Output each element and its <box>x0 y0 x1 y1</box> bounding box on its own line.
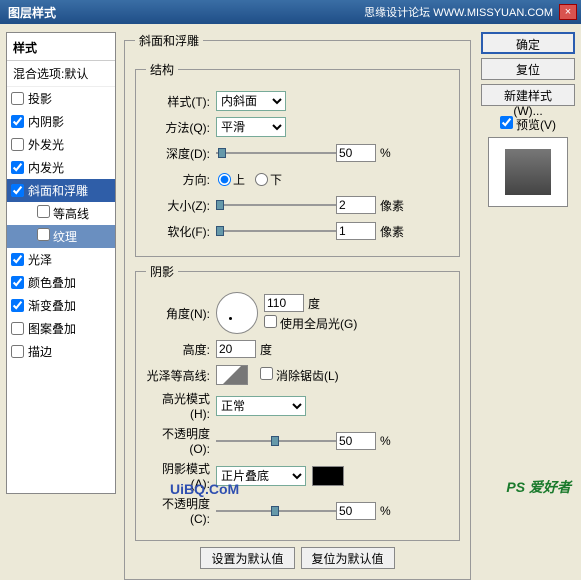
checkbox[interactable] <box>37 205 50 218</box>
gloss-contour-label: 光泽等高线: <box>146 367 216 384</box>
angle-label: 角度(N): <box>146 305 216 322</box>
soften-input[interactable] <box>336 222 376 240</box>
shading-legend: 阴影 <box>146 263 178 280</box>
style-color-overlay[interactable]: 颜色叠加 <box>7 271 115 294</box>
shading-group: 阴影 角度(N): 度 使用全局光(G) 高度: 度 光泽等高线: 消除锯齿(L… <box>135 263 460 541</box>
angle-wheel[interactable] <box>216 292 258 334</box>
content: 样式 混合选项:默认 投影 内阴影 外发光 内发光 斜面和浮雕 等高线 纹理 光… <box>0 24 581 502</box>
checkbox[interactable] <box>11 161 24 174</box>
style-label: 样式(T): <box>146 93 216 110</box>
direction-label: 方向: <box>146 171 216 188</box>
style-satin[interactable]: 光泽 <box>7 248 115 271</box>
make-default-button[interactable]: 设置为默认值 <box>200 547 294 569</box>
watermark-2: UiBQ.CoM <box>170 481 239 497</box>
highlight-opacity-slider[interactable] <box>216 438 336 444</box>
checkbox[interactable] <box>11 184 24 197</box>
preview-section: 预览(V) <box>481 116 575 207</box>
gloss-contour-swatch[interactable] <box>216 365 248 385</box>
altitude-label: 高度: <box>146 341 216 358</box>
method-label: 方法(Q): <box>146 119 216 136</box>
checkbox[interactable] <box>11 276 24 289</box>
style-select[interactable]: 内斜面 <box>216 91 286 111</box>
style-bevel-emboss[interactable]: 斜面和浮雕 <box>7 179 115 202</box>
preview-swatch <box>505 149 551 195</box>
child-contour[interactable]: 等高线 <box>7 202 115 225</box>
bevel-group: 斜面和浮雕 结构 样式(T): 内斜面 方法(Q): 平滑 深度(D): % 方… <box>124 32 471 580</box>
style-inner-shadow[interactable]: 内阴影 <box>7 110 115 133</box>
styles-header: 样式 <box>7 35 115 61</box>
style-gradient-overlay[interactable]: 渐变叠加 <box>7 294 115 317</box>
style-inner-glow[interactable]: 内发光 <box>7 156 115 179</box>
structure-group: 结构 样式(T): 内斜面 方法(Q): 平滑 深度(D): % 方向: 上 下… <box>135 61 460 257</box>
right-panel: 确定 复位 新建样式(W)... 预览(V) <box>479 32 575 494</box>
depth-label: 深度(D): <box>146 145 216 162</box>
styles-list: 样式 混合选项:默认 投影 内阴影 外发光 内发光 斜面和浮雕 等高线 纹理 光… <box>6 32 116 494</box>
size-slider[interactable] <box>216 202 336 208</box>
reset-default-button[interactable]: 复位为默认值 <box>301 547 395 569</box>
shadow-opacity-slider[interactable] <box>216 508 336 514</box>
highlight-mode-select[interactable]: 正常 <box>216 396 306 416</box>
checkbox[interactable] <box>11 299 24 312</box>
style-pattern-overlay[interactable]: 图案叠加 <box>7 317 115 340</box>
blend-options[interactable]: 混合选项:默认 <box>7 61 115 87</box>
soften-slider[interactable] <box>216 228 336 234</box>
checkbox[interactable] <box>11 138 24 151</box>
highlight-opacity-label: 不透明度(O): <box>146 425 216 456</box>
settings-panel: 斜面和浮雕 结构 样式(T): 内斜面 方法(Q): 平滑 深度(D): % 方… <box>116 32 479 494</box>
structure-legend: 结构 <box>146 61 178 78</box>
depth-slider[interactable] <box>216 150 336 156</box>
bevel-legend: 斜面和浮雕 <box>135 32 203 49</box>
checkbox[interactable] <box>11 322 24 335</box>
direction-up-radio[interactable] <box>218 173 231 186</box>
direction-down-radio[interactable] <box>255 173 268 186</box>
titlebar: 图层样式 思缘设计论坛 WWW.MISSYUAN.COM × <box>0 0 581 24</box>
reset-button[interactable]: 复位 <box>481 58 575 80</box>
style-stroke[interactable]: 描边 <box>7 340 115 363</box>
style-outer-glow[interactable]: 外发光 <box>7 133 115 156</box>
depth-input[interactable] <box>336 144 376 162</box>
shadow-color-swatch[interactable] <box>312 466 344 486</box>
highlight-mode-label: 高光模式(H): <box>146 390 216 421</box>
checkbox[interactable] <box>11 92 24 105</box>
size-input[interactable] <box>336 196 376 214</box>
highlight-opacity-input[interactable] <box>336 432 376 450</box>
global-light-checkbox[interactable] <box>264 315 277 328</box>
angle-input[interactable] <box>264 294 304 312</box>
child-texture[interactable]: 纹理 <box>7 225 115 248</box>
checkbox[interactable] <box>11 115 24 128</box>
shadow-opacity-input[interactable] <box>336 502 376 520</box>
ok-button[interactable]: 确定 <box>481 32 575 54</box>
antialias-checkbox[interactable] <box>260 367 273 380</box>
preview-checkbox[interactable] <box>500 116 513 129</box>
style-drop-shadow[interactable]: 投影 <box>7 87 115 110</box>
checkbox[interactable] <box>11 253 24 266</box>
close-icon[interactable]: × <box>559 4 577 20</box>
watermark-1: PS 爱好者 <box>506 477 571 497</box>
altitude-input[interactable] <box>216 340 256 358</box>
method-select[interactable]: 平滑 <box>216 117 286 137</box>
preview-thumbnail <box>488 137 568 207</box>
shadow-opacity-label: 不透明度(C): <box>146 495 216 526</box>
window-title: 图层样式 <box>4 4 364 21</box>
new-style-button[interactable]: 新建样式(W)... <box>481 84 575 106</box>
soften-label: 软化(F): <box>146 223 216 240</box>
checkbox[interactable] <box>37 228 50 241</box>
checkbox[interactable] <box>11 345 24 358</box>
title-extra: 思缘设计论坛 WWW.MISSYUAN.COM <box>364 4 553 20</box>
size-label: 大小(Z): <box>146 197 216 214</box>
